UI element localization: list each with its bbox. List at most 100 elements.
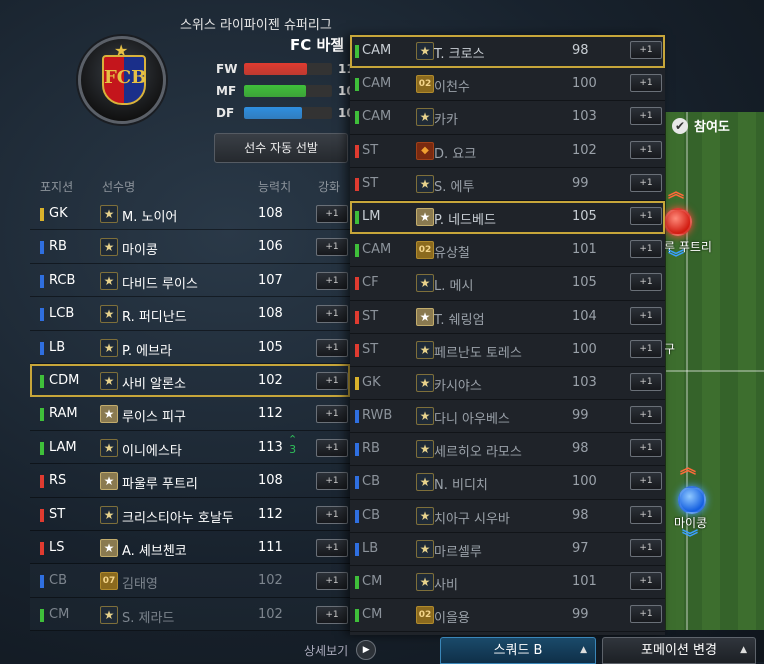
enhance-button[interactable]: +1 [316, 472, 348, 491]
table-row[interactable]: ST ◆ D. 요크 102 +1 [350, 135, 665, 168]
auto-select-button[interactable]: 선수 자동 선발 [214, 133, 348, 163]
enhance-button[interactable]: +1 [316, 505, 348, 524]
table-row[interactable]: LM ★ P. 네드베드 105 +1 [350, 200, 665, 235]
enhance-button[interactable]: +1 [630, 74, 662, 93]
enhance-button[interactable]: +1 [316, 338, 348, 357]
detail-view-link[interactable]: 상세보기 ▶ [304, 640, 377, 660]
upgrade-count: 3 [289, 442, 297, 456]
enhance-button[interactable]: +1 [316, 271, 348, 290]
table-row[interactable]: CM 02 이을용 99 +1 [350, 599, 665, 633]
star-icon: ★ [416, 274, 434, 293]
enhance-button[interactable]: +1 [630, 140, 662, 159]
position-label: RS [49, 473, 67, 489]
table-row[interactable]: CAM 02 이천수 100 +1 [350, 68, 665, 102]
enhance-button[interactable]: +1 [630, 273, 662, 292]
header-position[interactable]: 포지션 [40, 178, 73, 195]
move-down-arrow-icon[interactable]: ︾ [668, 250, 684, 266]
move-down-arrow-icon[interactable]: ︾ [682, 530, 698, 546]
stat-fw: FW 110 [216, 62, 363, 76]
enhance-button[interactable]: +1 [316, 605, 348, 624]
enhance-button[interactable]: +1 [630, 505, 662, 524]
participation-label: 참여도 [694, 120, 730, 135]
star-icon: ★ [416, 573, 434, 591]
move-up-arrow-icon[interactable]: ︽ [680, 460, 696, 476]
position-color-bar [40, 508, 44, 522]
enhance-button[interactable]: +1 [630, 372, 662, 391]
table-row[interactable]: RB ★ 세르히오 라모스 98 +1 [350, 433, 665, 467]
enhance-button[interactable]: +1 [316, 305, 348, 324]
enhance-button[interactable]: +1 [630, 173, 662, 192]
player-rating: 105 [572, 275, 597, 291]
squad-label: 스쿼드 B [493, 643, 543, 658]
enhance-button[interactable]: +1 [630, 439, 662, 458]
position-label: ST [362, 341, 379, 357]
table-row[interactable]: RWB ★ 다니 아우베스 99 +1 [350, 400, 665, 434]
enhance-button[interactable]: +1 [316, 572, 348, 591]
league-name: 스위스 라이파이젠 슈퍼리그 [180, 18, 332, 33]
table-row[interactable]: CAM 02 유상철 101 +1 [350, 234, 665, 268]
position-label: ST [362, 142, 379, 158]
enhance-button[interactable]: +1 [630, 107, 662, 126]
enhance-button[interactable]: +1 [630, 206, 662, 225]
table-row[interactable]: RAM ★ 루이스 피구 112 +1 [30, 397, 350, 431]
enhance-button[interactable]: +1 [630, 240, 662, 259]
enhance-button[interactable]: +1 [316, 438, 348, 457]
player-marker-red[interactable] [664, 208, 692, 236]
table-row[interactable]: CF ★ L. 메시 105 +1 [350, 267, 665, 301]
table-row[interactable]: GK ★ 카시야스 103 +1 [350, 367, 665, 401]
table-row[interactable]: CDM ★ 사비 알론소 102 +1 [30, 363, 350, 398]
player-rating: 113 [258, 439, 283, 455]
table-row[interactable]: CAM ★ 카카 103 +1 [350, 101, 665, 135]
table-row[interactable]: ST ★ 페르난도 토레스 100 +1 [350, 334, 665, 367]
header-name[interactable]: 선수명 [102, 178, 135, 195]
table-row[interactable]: CM ★ 사비 101 +1 [350, 566, 665, 600]
table-row[interactable]: LB ★ P. 에브라 105 +1 [30, 331, 350, 364]
table-row[interactable]: LCB ★ R. 퍼디난드 108 +1 [30, 297, 350, 331]
player-name: 이니에스타 [122, 443, 182, 459]
enhance-button[interactable]: +1 [316, 238, 348, 257]
table-row[interactable]: ST ★ S. 에투 99 +1 [350, 168, 665, 201]
formation-change-button[interactable]: 포메이션 변경 ▲ [602, 637, 756, 664]
table-row[interactable]: ST ★ 크리스티아누 호날두 112 +1 [30, 498, 350, 531]
squad-select-button[interactable]: 스쿼드 B ▲ [440, 637, 596, 664]
enhance-button[interactable]: +1 [630, 406, 662, 425]
table-row[interactable]: CB ★ N. 비디치 100 +1 [350, 466, 665, 500]
position-color-bar [40, 408, 44, 422]
table-row[interactable]: CB ★ 치아구 시우바 98 +1 [350, 500, 665, 533]
table-row[interactable]: RCB ★ 다비드 루이스 107 +1 [30, 264, 350, 298]
player-name: T. 크로스 [434, 47, 485, 62]
enhance-button[interactable]: +1 [630, 339, 662, 358]
position-label: ST [362, 175, 379, 191]
table-row[interactable]: RB ★ 마이콩 106 +1 [30, 230, 350, 264]
table-row[interactable]: LB ★ 마르셀루 97 +1 [350, 533, 665, 566]
table-row[interactable]: ST ★ T. 쉐링엄 104 +1 [350, 301, 665, 334]
enhance-button[interactable]: +1 [630, 572, 662, 590]
header-upgrade[interactable]: 강화 [318, 178, 340, 195]
enhance-button[interactable]: +1 [630, 605, 662, 624]
enhance-button[interactable]: +1 [630, 538, 662, 557]
table-row[interactable]: LS ★ A. 셰브첸코 111 +1 [30, 531, 350, 565]
enhance-button[interactable]: +1 [316, 371, 348, 390]
participation-toggle[interactable]: ✔ 참여도 [672, 116, 730, 135]
player-rating: 112 [258, 406, 283, 422]
table-row[interactable]: GK ★ M. 노이어 108 +1 [30, 197, 350, 231]
player-select-dropdown[interactable]: CAM ★ T. 크로스 98 +1 CAM 02 이천수 100 +1 CAM ★ 카카 103 +1 ST… [350, 35, 665, 635]
table-row[interactable]: RS ★ 파울루 푸트리 108 +1 [30, 464, 350, 498]
move-up-arrow-icon[interactable]: ︽ [668, 184, 684, 200]
enhance-button[interactable]: +1 [630, 41, 662, 59]
enhance-button[interactable]: +1 [630, 472, 662, 491]
star-icon: ★ [416, 440, 434, 459]
header-rating[interactable]: 능력치 [258, 178, 291, 195]
player-marker-blue[interactable] [678, 486, 706, 514]
enhance-button[interactable]: +1 [316, 538, 348, 557]
player-name: P. 네드베드 [434, 212, 496, 228]
table-row[interactable]: LAM ★ 이니에스타 113 ⌃ 3 +1 [30, 431, 350, 465]
play-icon[interactable]: ▶ [356, 640, 377, 660]
table-row[interactable]: CAM ★ T. 크로스 98 +1 [350, 35, 665, 69]
enhance-button[interactable]: +1 [316, 405, 348, 424]
table-row[interactable]: CM ★ S. 제라드 102 +1 [30, 597, 350, 632]
table-row[interactable]: CB 07 김태영 102 +1 [30, 564, 350, 598]
enhance-button[interactable]: +1 [316, 205, 348, 223]
enhance-button[interactable]: +1 [630, 306, 662, 325]
position-label: CB [362, 474, 380, 490]
